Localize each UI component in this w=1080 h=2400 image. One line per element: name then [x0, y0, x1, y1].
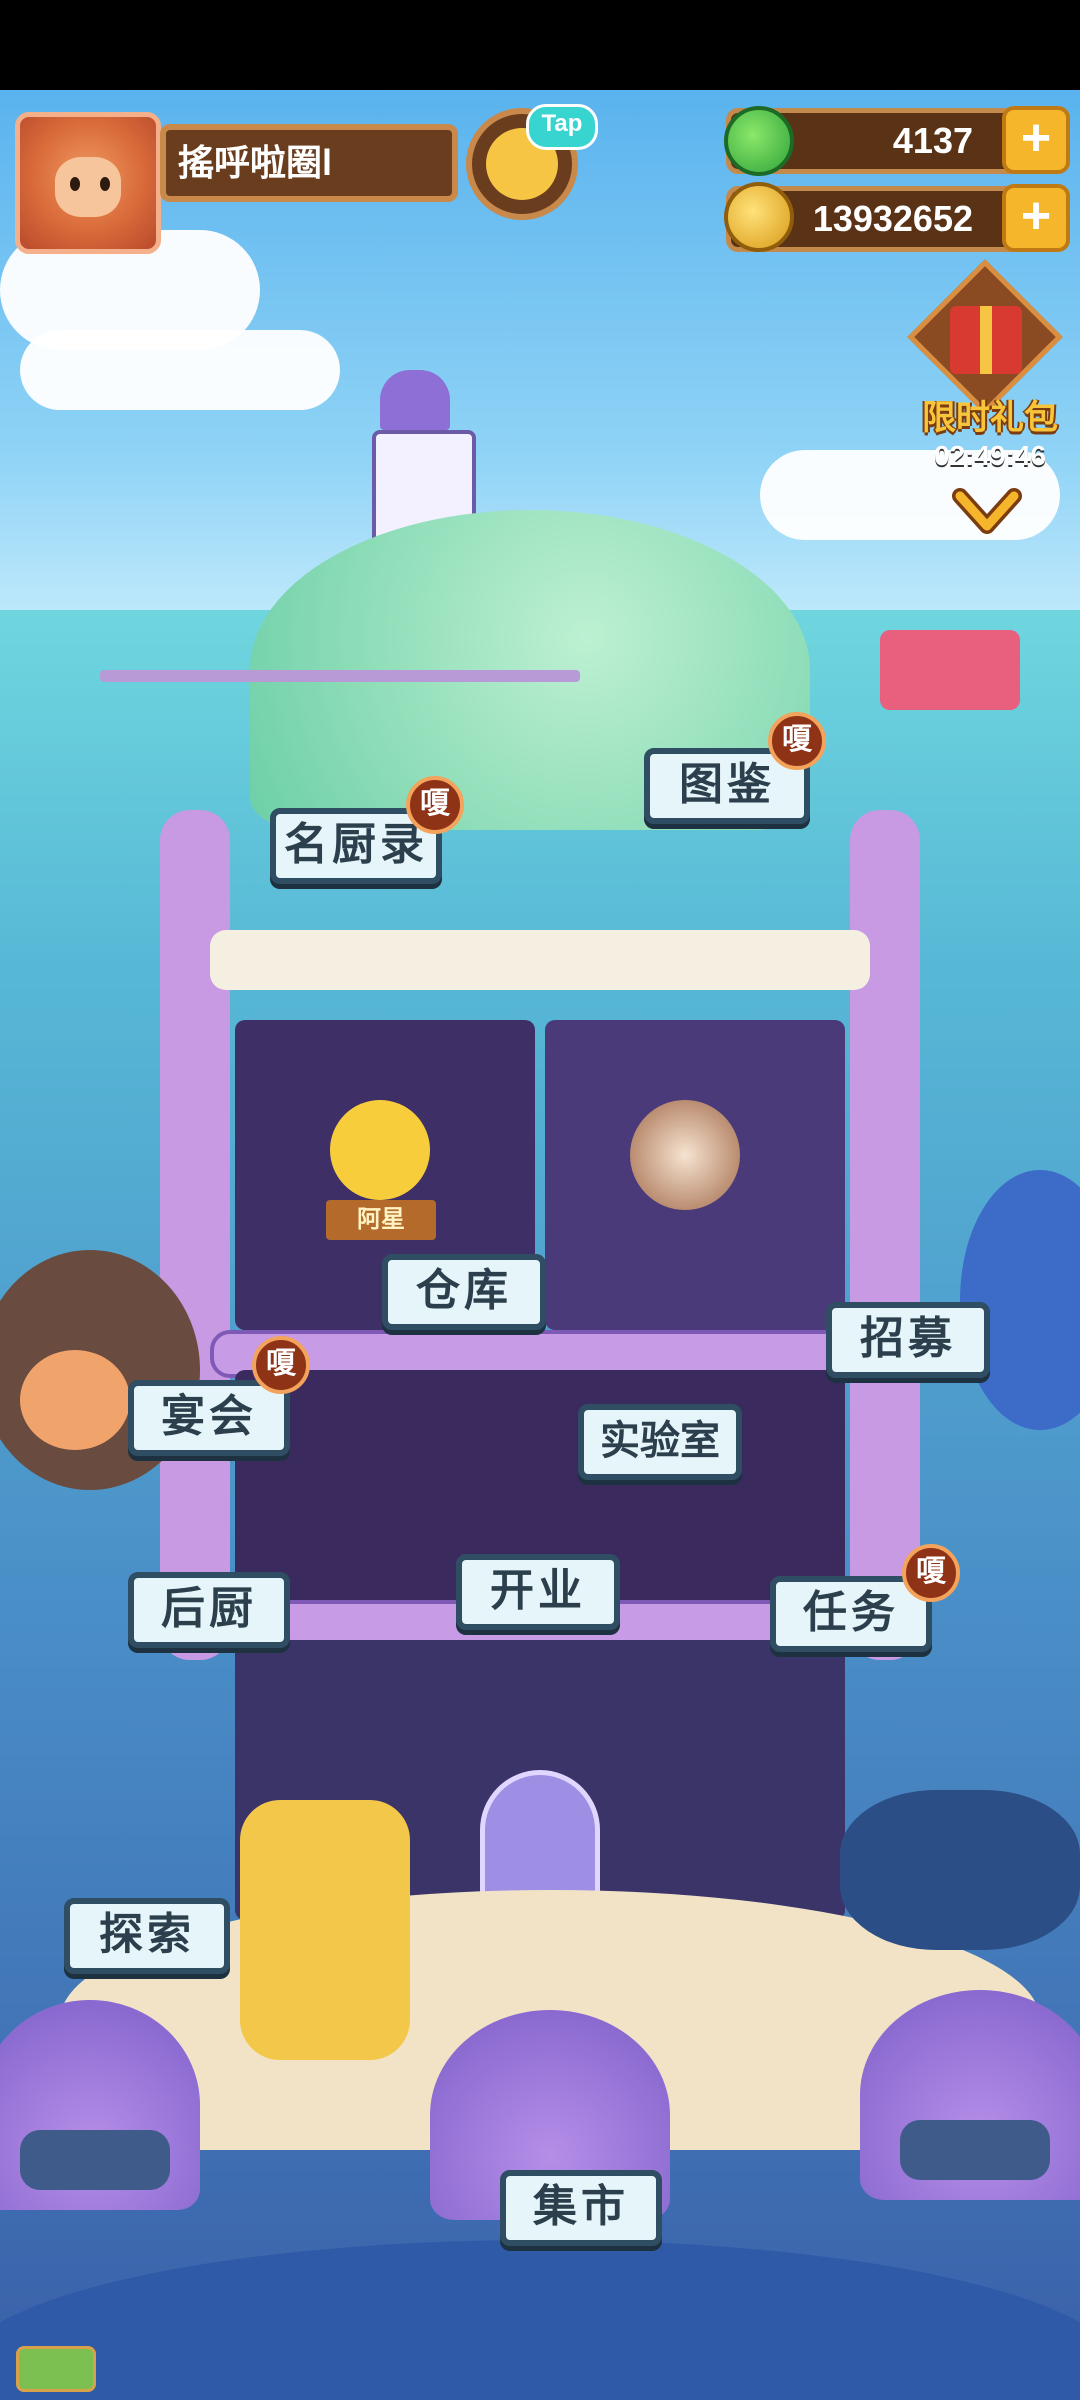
- cloud: [20, 330, 340, 410]
- add-coins-button[interactable]: +: [1002, 184, 1070, 252]
- chevron-down-icon[interactable]: [952, 486, 1022, 542]
- coin-count: 13932652: [812, 198, 973, 239]
- banquet-badge: 嗄: [252, 1336, 310, 1394]
- shell-seat-left: [20, 2130, 170, 2190]
- gift-label: 限时礼包: [922, 399, 1058, 437]
- gem-count: 4137: [892, 120, 973, 161]
- trophy-plate: 阿星: [326, 1200, 436, 1240]
- player-avatar[interactable]: [15, 112, 161, 254]
- chef-records-badge: 嗄: [406, 776, 464, 834]
- ice-cream-bowl: [630, 1100, 740, 1210]
- coin-icon: [724, 182, 794, 252]
- market-button[interactable]: 集市: [500, 2170, 662, 2246]
- gift-ribbon: [980, 306, 992, 374]
- banquet-button[interactable]: 宴会: [128, 1380, 290, 1456]
- explore-button[interactable]: 探索: [64, 1898, 230, 1974]
- player-name[interactable]: 搖呼啦圈l: [160, 124, 458, 202]
- shell-seat-right: [900, 2120, 1050, 2180]
- avatar-face: [55, 157, 121, 217]
- cat-house: [240, 1800, 410, 2060]
- rock-right: [840, 1790, 1080, 1950]
- avatar-eye: [70, 177, 80, 191]
- laboratory-button[interactable]: 实验室: [578, 1404, 742, 1480]
- status-bar: [0, 0, 1080, 90]
- roof-awning: [210, 930, 870, 990]
- star-trophy: [330, 1100, 430, 1200]
- lighthouse-top: [380, 370, 450, 430]
- recruit-button[interactable]: 招募: [826, 1302, 990, 1378]
- avatar-eye: [100, 177, 110, 191]
- gem-icon: [724, 106, 794, 176]
- collection-badge: 嗄: [768, 712, 826, 770]
- tap-badge: Tap: [526, 104, 598, 150]
- add-gems-button[interactable]: +: [1002, 106, 1070, 174]
- kitchen-button[interactable]: 后厨: [128, 1572, 290, 1648]
- gift-timer: 02:49:46: [933, 440, 1047, 471]
- pier: [100, 670, 580, 682]
- tasks-badge: 嗄: [902, 1544, 960, 1602]
- open-business-button[interactable]: 开业: [456, 1554, 620, 1630]
- bottom-toggle-button[interactable]: [16, 2346, 96, 2392]
- warehouse-button[interactable]: 仓库: [382, 1254, 546, 1330]
- creature-face: [20, 1350, 130, 1450]
- boat: [880, 630, 1020, 710]
